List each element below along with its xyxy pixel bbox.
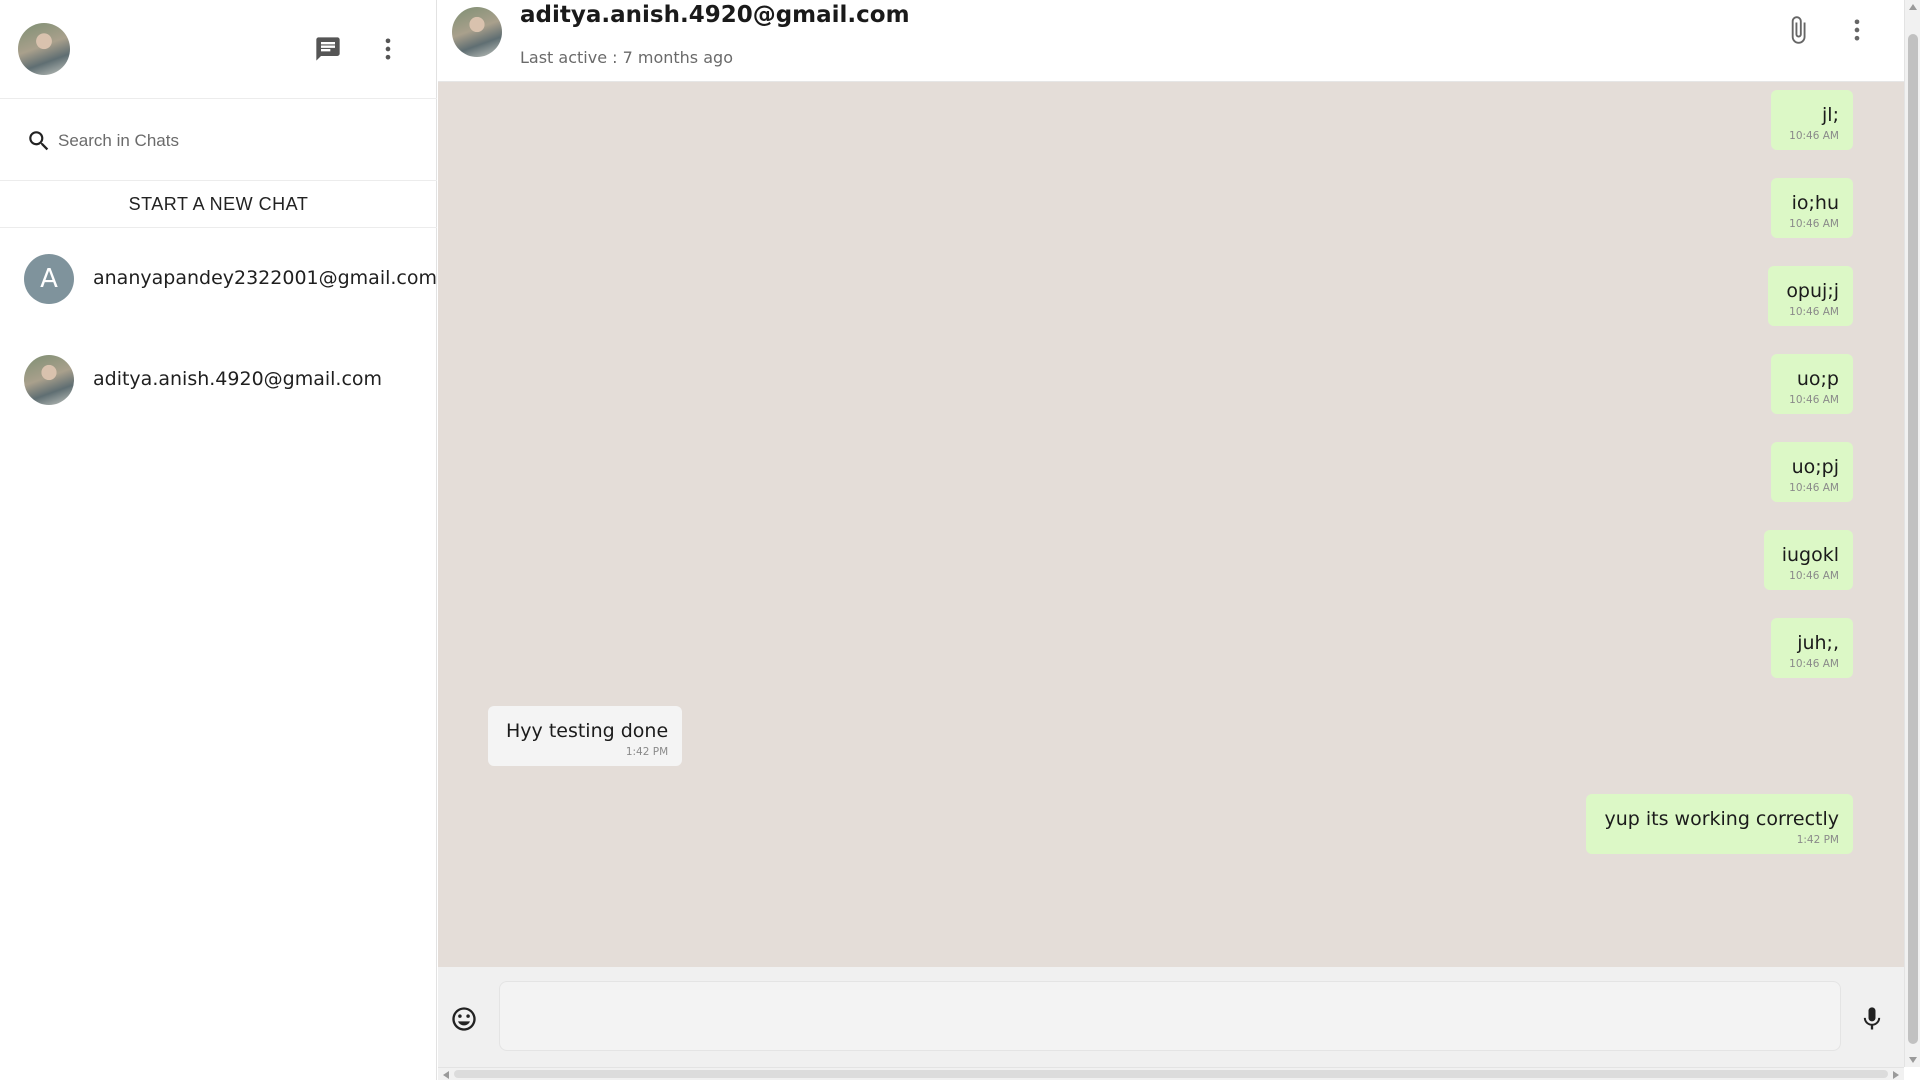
message-time: 10:46 AM <box>1789 218 1839 230</box>
vertical-scrollbar[interactable] <box>1904 0 1920 1067</box>
message-time: 10:46 AM <box>1789 658 1839 670</box>
chat-list-item[interactable]: A ananyapandey2322001@gmail.com <box>0 229 437 329</box>
message-bubble-outgoing: juh;, 10:46 AM <box>1771 618 1853 678</box>
start-new-chat-button[interactable]: START A NEW CHAT <box>0 182 437 228</box>
message-bubble-outgoing: jl; 10:46 AM <box>1771 90 1853 150</box>
sidebar: START A NEW CHAT A ananyapandey2322001@g… <box>0 0 437 1080</box>
last-active-status: Last active : 7 months ago <box>520 48 733 67</box>
scroll-down-arrow-icon[interactable] <box>1909 1057 1917 1063</box>
message-text: io;hu <box>1791 192 1839 214</box>
message-bubble-outgoing: io;hu 10:46 AM <box>1771 178 1853 238</box>
chat-bubble-icon[interactable] <box>308 29 348 69</box>
message-text: uo;p <box>1796 368 1839 390</box>
message-bubble-incoming: Hyy testing done 1:42 PM <box>488 706 683 766</box>
app-window: START A NEW CHAT A ananyapandey2322001@g… <box>0 0 1920 1080</box>
contact-avatar: A <box>24 254 74 304</box>
contact-avatar[interactable] <box>452 7 502 57</box>
contact-name: aditya.anish.4920@gmail.com <box>520 2 910 28</box>
chat-list-item[interactable]: aditya.anish.4920@gmail.com <box>0 330 437 430</box>
scrollbar-thumb[interactable] <box>454 1070 1888 1078</box>
more-vertical-icon[interactable] <box>1837 10 1877 50</box>
microphone-icon[interactable] <box>1852 999 1892 1039</box>
scroll-left-arrow-icon[interactable] <box>443 1071 449 1079</box>
more-vertical-icon[interactable] <box>368 29 408 69</box>
message-composer <box>438 967 1904 1067</box>
message-text: opuj;j <box>1786 280 1839 302</box>
message-time: 10:46 AM <box>1789 394 1839 406</box>
conversation-header: aditya.anish.4920@gmail.com Last active … <box>438 0 1904 82</box>
search-icon <box>26 128 52 154</box>
message-list[interactable]: jl; 10:46 AM io;hu 10:46 AM opuj;j 10:46… <box>438 82 1904 967</box>
conversation-pane: aditya.anish.4920@gmail.com Last active … <box>438 0 1904 1080</box>
paperclip-icon[interactable] <box>1778 10 1818 50</box>
scrollbar-thumb[interactable] <box>1908 34 1918 1044</box>
message-bubble-outgoing: yup its working correctly 1:42 PM <box>1586 794 1853 854</box>
scroll-right-arrow-icon[interactable] <box>1893 1071 1899 1079</box>
message-bubble-outgoing: opuj;j 10:46 AM <box>1768 266 1853 326</box>
message-bubble-outgoing: uo;p 10:46 AM <box>1771 354 1853 414</box>
search-input[interactable] <box>58 126 418 156</box>
message-time: 10:46 AM <box>1789 306 1839 318</box>
user-avatar[interactable] <box>18 23 70 75</box>
message-text: iugokl <box>1781 544 1839 566</box>
contact-name: ananyapandey2322001@gmail.com <box>93 267 438 289</box>
message-time: 1:42 PM <box>1796 834 1839 846</box>
message-time: 10:46 AM <box>1789 130 1839 142</box>
message-time: 10:46 AM <box>1789 570 1839 582</box>
message-text: juh;, <box>1797 632 1839 654</box>
message-text: yup its working correctly <box>1604 808 1839 830</box>
message-bubble-outgoing: uo;pj 10:46 AM <box>1771 442 1853 502</box>
message-text: uo;pj <box>1791 456 1839 478</box>
message-bubble-outgoing: iugokl 10:46 AM <box>1763 530 1853 590</box>
sidebar-header <box>0 0 437 99</box>
message-time: 1:42 PM <box>625 746 669 758</box>
message-input[interactable] <box>499 981 1841 1051</box>
horizontal-scrollbar[interactable] <box>438 1067 1904 1080</box>
contact-avatar <box>24 355 74 405</box>
message-time: 10:46 AM <box>1789 482 1839 494</box>
message-text: jl; <box>1822 104 1839 126</box>
search-bar <box>0 100 437 181</box>
message-text: Hyy testing done <box>506 720 669 742</box>
scroll-up-arrow-icon[interactable] <box>1909 4 1917 10</box>
contact-name: aditya.anish.4920@gmail.com <box>93 368 383 390</box>
emoji-icon[interactable] <box>444 999 484 1039</box>
